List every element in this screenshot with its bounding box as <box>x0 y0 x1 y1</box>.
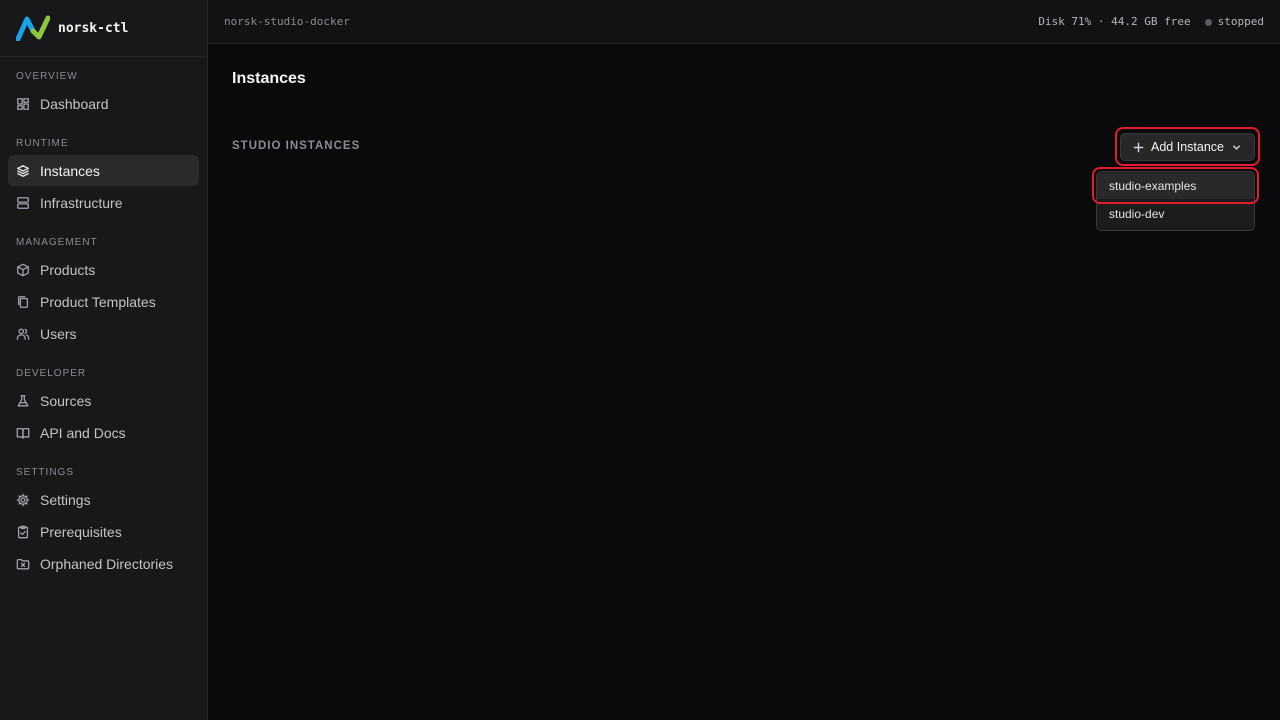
section-overview: OVERVIEW <box>16 71 78 82</box>
section-runtime: RUNTIME <box>16 138 69 149</box>
project-name: norsk-studio-docker <box>224 15 350 28</box>
section-heading: STUDIO INSTANCES <box>232 140 361 152</box>
sidebar-item-label: Product Templates <box>40 293 156 310</box>
sidebar-item-users[interactable]: Users <box>8 318 199 349</box>
sidebar: norsk-ctl OVERVIEW Dashboard RUNTIME Ins… <box>0 0 208 720</box>
add-instance-button[interactable]: Add Instance <box>1120 133 1255 161</box>
flask-icon <box>17 394 29 406</box>
norsk-logo-icon <box>16 15 50 41</box>
sidebar-item-dashboard[interactable]: Dashboard <box>8 88 199 119</box>
sidebar-item-settings[interactable]: Settings <box>8 484 199 515</box>
section-developer: DEVELOPER <box>16 368 87 379</box>
instance-dropdown-menu: studio-examples studio-dev <box>1096 171 1255 231</box>
brand[interactable]: norsk-ctl <box>16 14 128 42</box>
server-icon <box>17 196 29 209</box>
brand-name: norsk-ctl <box>58 20 129 36</box>
package-icon <box>17 263 29 276</box>
sidebar-item-label: Infrastructure <box>40 194 123 211</box>
status-dot-icon <box>1204 18 1212 26</box>
users-icon <box>16 328 30 340</box>
copy-icon <box>17 295 29 308</box>
clipboard-check-icon <box>17 525 29 538</box>
gear-icon <box>16 493 30 506</box>
sidebar-item-label: Products <box>40 261 96 278</box>
sidebar-item-label: Instances <box>40 162 100 179</box>
disk-usage: Disk 71% · 44.2 GB free <box>1038 15 1191 28</box>
dropdown-item-studio-dev[interactable]: studio-dev <box>1097 201 1254 227</box>
sidebar-item-instances[interactable]: Instances <box>8 155 199 186</box>
status-text: stopped <box>1217 15 1264 28</box>
folder-x-icon <box>16 558 30 569</box>
page-title: Instances <box>232 70 306 87</box>
sidebar-item-label: API and Docs <box>40 424 126 441</box>
dropdown-item-studio-examples[interactable]: studio-examples <box>1097 173 1254 199</box>
sidebar-item-infrastructure[interactable]: Infrastructure <box>8 187 199 218</box>
section-management: MANAGEMENT <box>16 237 98 248</box>
plus-icon <box>1133 142 1144 152</box>
sidebar-item-products[interactable]: Products <box>8 254 199 285</box>
sidebar-item-label: Orphaned Directories <box>40 555 174 572</box>
sidebar-item-api-docs[interactable]: API and Docs <box>8 417 199 448</box>
add-instance-label: Add Instance <box>1151 140 1224 154</box>
topbar: norsk-studio-docker Disk 71% · 44.2 GB f… <box>208 0 1280 44</box>
sidebar-item-label: Prerequisites <box>40 523 122 540</box>
sidebar-item-sources[interactable]: Sources <box>8 385 199 416</box>
sidebar-item-label: Settings <box>40 491 91 508</box>
status-area: Disk 71% · 44.2 GB free stopped <box>1038 15 1264 28</box>
sidebar-item-label: Users <box>40 325 77 342</box>
section-settings: SETTINGS <box>16 467 75 478</box>
sidebar-item-label: Dashboard <box>40 95 109 112</box>
dashboard-icon <box>17 97 29 110</box>
sidebar-item-prerequisites[interactable]: Prerequisites <box>8 516 199 547</box>
status-indicator: stopped <box>1204 15 1264 28</box>
sidebar-item-product-templates[interactable]: Product Templates <box>8 286 199 317</box>
book-open-icon <box>16 427 30 439</box>
layers-icon <box>17 164 29 177</box>
chevron-down-icon <box>1233 144 1240 150</box>
sidebar-item-orphaned-directories[interactable]: Orphaned Directories <box>8 548 199 579</box>
brand-divider <box>0 56 208 57</box>
sidebar-item-label: Sources <box>40 392 92 409</box>
